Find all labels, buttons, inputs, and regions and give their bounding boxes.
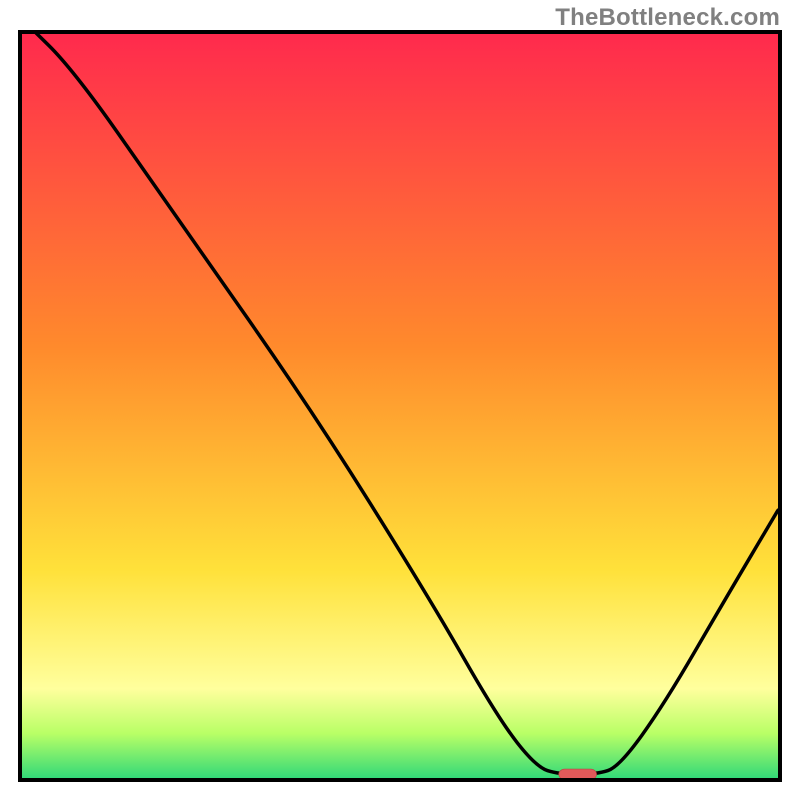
optimum-marker	[559, 769, 597, 778]
plot-border	[18, 30, 782, 782]
gradient-background	[22, 34, 778, 778]
chart-frame: TheBottleneck.com	[0, 0, 800, 800]
plot-svg	[22, 34, 778, 778]
watermark-text: TheBottleneck.com	[555, 4, 780, 32]
